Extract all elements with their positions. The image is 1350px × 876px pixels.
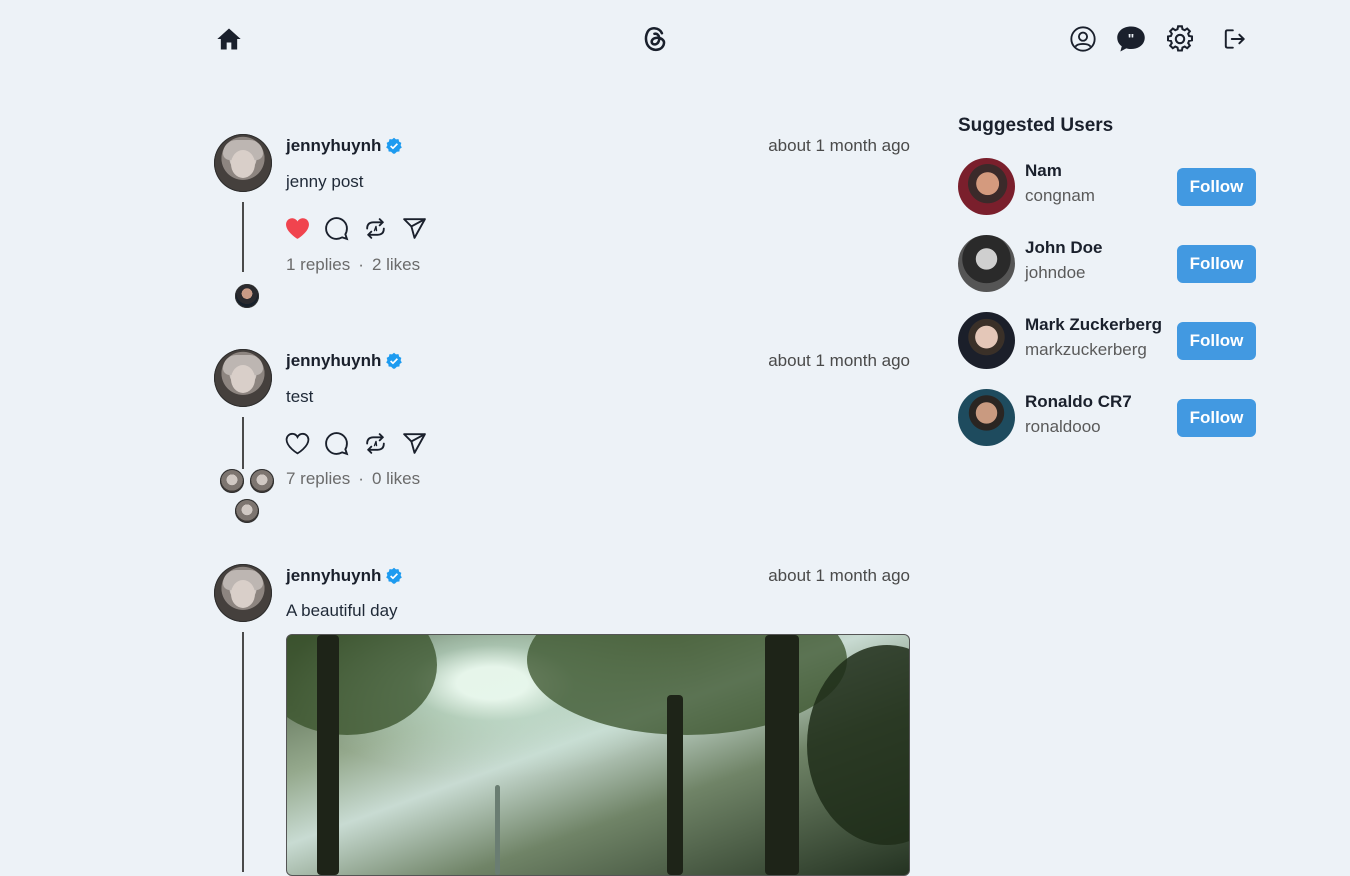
svg-text:": " (1128, 31, 1135, 46)
replies-count[interactable]: 7 replies (286, 469, 350, 489)
logout-icon[interactable] (1220, 24, 1250, 54)
user-handle: markzuckerberg (1025, 340, 1147, 359)
avatar[interactable] (958, 235, 1015, 292)
post-text: jenny post (286, 172, 364, 191)
home-icon[interactable] (214, 24, 244, 54)
post-actions (285, 431, 427, 456)
user-handle: johndoe (1025, 263, 1086, 282)
foliage (287, 635, 437, 735)
post-username[interactable]: jennyhuynh (286, 566, 403, 586)
post-image[interactable] (286, 634, 910, 876)
avatar[interactable] (214, 349, 272, 407)
foliage (527, 635, 847, 735)
follow-button[interactable]: Follow (1177, 399, 1256, 437)
post-actions (285, 216, 427, 241)
suggested-user: Mark Zuckerberg markzuckerberg Follow (958, 312, 1256, 370)
post-stats: 7 replies · 0 likes (286, 469, 420, 489)
reply-button[interactable] (324, 216, 349, 241)
user-name[interactable]: Mark Zuckerberg (1025, 315, 1162, 335)
post-card: jennyhuynh about 1 month ago jenny post … (214, 134, 910, 314)
replies-count[interactable]: 1 replies (286, 255, 350, 275)
post-text: A beautiful day (286, 601, 398, 620)
heart-outline-icon (285, 432, 310, 455)
avatar[interactable] (958, 312, 1015, 369)
post-stats: 1 replies · 2 likes (286, 255, 420, 275)
reply-avatar (235, 499, 259, 523)
repost-button[interactable] (363, 216, 388, 241)
heart-filled-icon (286, 218, 309, 239)
user-handle: congnam (1025, 186, 1095, 205)
username-text[interactable]: jennyhuynh (286, 136, 381, 156)
suggested-user: Nam congnam Follow (958, 158, 1256, 216)
stats-separator: · (358, 255, 364, 274)
tree-trunk (667, 695, 683, 875)
username-text[interactable]: jennyhuynh (286, 351, 381, 371)
verified-icon (386, 137, 403, 154)
gear-icon[interactable] (1165, 24, 1195, 54)
post-text: test (286, 387, 314, 406)
reply-button[interactable] (324, 431, 349, 456)
post-username[interactable]: jennyhuynh (286, 136, 403, 156)
thread-line (242, 202, 244, 272)
post-card: jennyhuynh about 1 month ago A beautiful… (214, 564, 910, 876)
send-icon (403, 433, 426, 454)
threads-logo-icon[interactable] (640, 24, 670, 54)
verified-icon (386, 352, 403, 369)
likes-count[interactable]: 2 likes (372, 255, 420, 275)
user-circle-icon[interactable] (1068, 24, 1098, 54)
verified-icon (386, 567, 403, 584)
username-text[interactable]: jennyhuynh (286, 566, 381, 586)
suggested-user: Ronaldo CR7 ronaldooo Follow (958, 389, 1256, 447)
suggested-user: John Doe johndoe Follow (958, 235, 1256, 293)
tree-trunk (317, 635, 339, 875)
tree-trunk (495, 785, 500, 875)
user-handle: ronaldooo (1025, 417, 1101, 436)
chat-quote-icon[interactable]: " (1115, 24, 1147, 54)
thread-line (242, 417, 244, 469)
avatar[interactable] (214, 564, 272, 622)
thread-line (242, 632, 244, 872)
likes-count[interactable]: 0 likes (372, 469, 420, 489)
repost-icon (366, 433, 385, 454)
follow-button[interactable]: Follow (1177, 322, 1256, 360)
avatar[interactable] (214, 134, 272, 192)
avatar[interactable] (958, 158, 1015, 215)
repost-icon (366, 218, 385, 239)
user-name[interactable]: Ronaldo CR7 (1025, 392, 1132, 412)
avatar[interactable] (958, 389, 1015, 446)
post-time: about 1 month ago (768, 136, 910, 155)
comment-icon (325, 217, 349, 241)
post-time: about 1 month ago (768, 351, 910, 370)
tree-trunk (765, 635, 799, 875)
like-button[interactable] (285, 216, 310, 241)
reply-avatar (235, 284, 259, 308)
reply-avatar (220, 469, 244, 493)
post-card: jennyhuynh about 1 month ago test 7 repl… (214, 349, 910, 529)
comment-icon (325, 432, 349, 456)
follow-button[interactable]: Follow (1177, 245, 1256, 283)
stats-separator: · (358, 469, 364, 488)
share-button[interactable] (402, 431, 427, 456)
post-time: about 1 month ago (768, 566, 910, 585)
user-name[interactable]: John Doe (1025, 238, 1102, 258)
follow-button[interactable]: Follow (1177, 168, 1256, 206)
like-button[interactable] (285, 431, 310, 456)
share-button[interactable] (402, 216, 427, 241)
user-name[interactable]: Nam (1025, 161, 1062, 181)
suggested-users-title: Suggested Users (958, 115, 1114, 136)
repost-button[interactable] (363, 431, 388, 456)
send-icon (403, 218, 426, 239)
reply-avatar (250, 469, 274, 493)
post-username[interactable]: jennyhuynh (286, 351, 403, 371)
